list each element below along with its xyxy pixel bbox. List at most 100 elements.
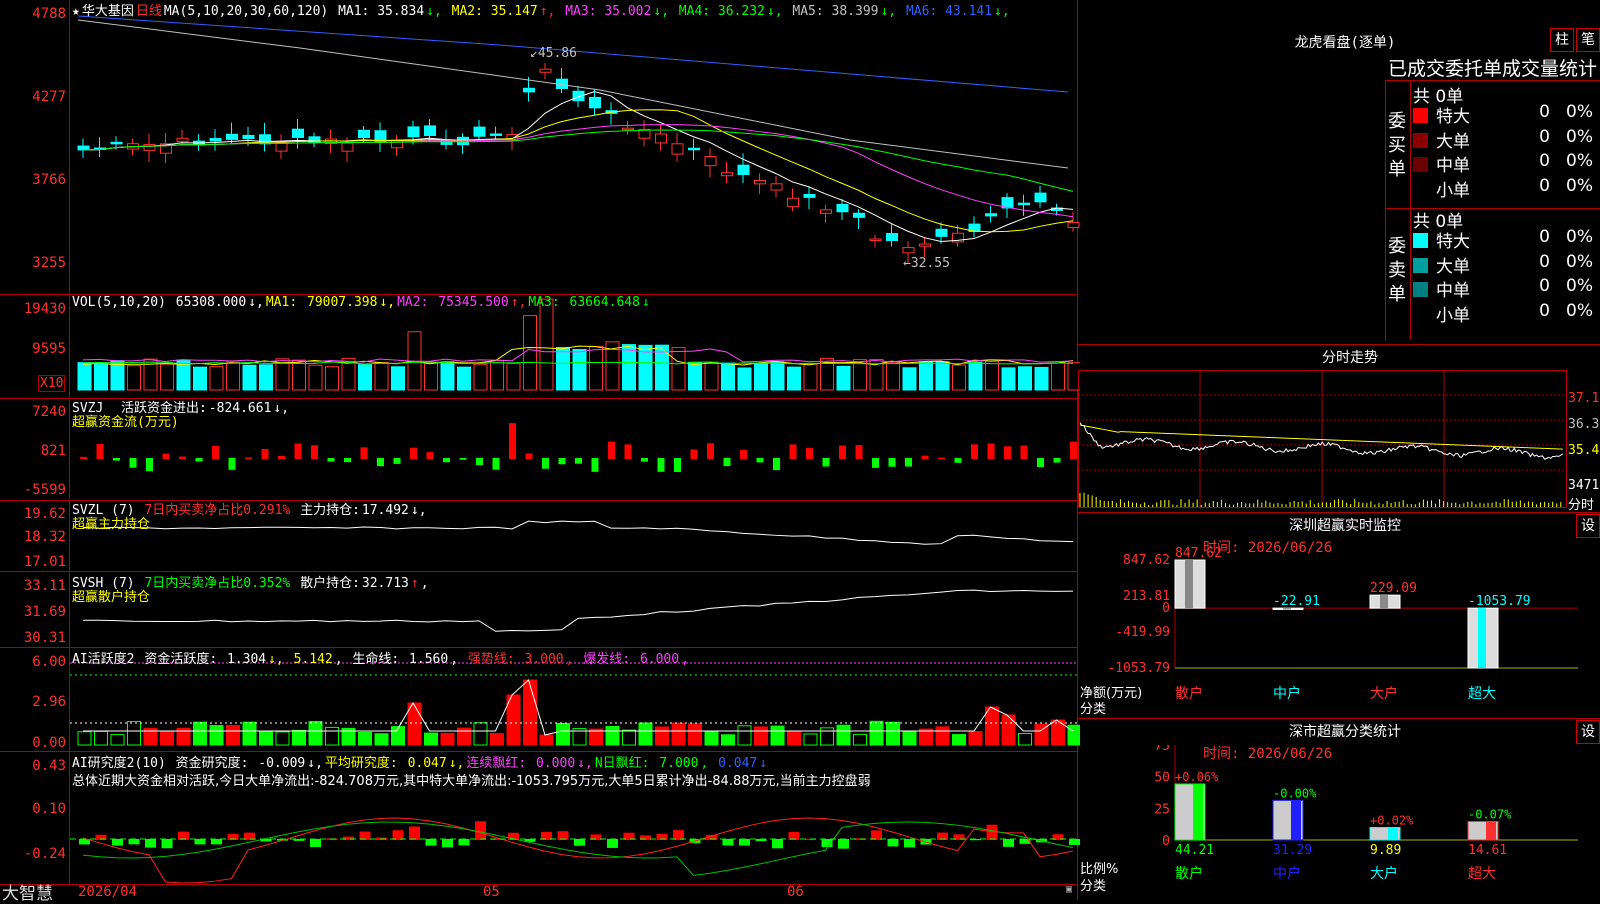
research-bar [739,839,750,846]
ai-activity-bar [886,721,900,746]
intraday-title: 分时走势 [1322,350,1378,366]
volume-bar [572,348,587,391]
candle-body [704,156,717,167]
svzj-bar [1004,446,1011,459]
research-bar [772,839,783,849]
svzj-bar [542,458,549,469]
lock-icon[interactable]: ▣ [1066,884,1072,895]
ai-activity-bar [869,720,884,746]
volume-bar [902,367,917,391]
sz-class-settings-button[interactable]: 设 [1576,720,1600,744]
svzj-bar [129,458,137,468]
order-count: 0 [1539,300,1550,321]
intraday-footer: 分时 [1568,498,1595,513]
order-count: 0 [1539,175,1550,196]
y-tick: 25 [1154,802,1170,817]
dragon-title: 龙虎看盘(逐单) [1294,35,1396,51]
research-bar [574,839,585,846]
candle-body [886,233,898,242]
candle-body [292,128,304,138]
candle-body [209,138,222,142]
candle-body [1018,202,1030,206]
intraday-tick: 35.44 [1568,443,1600,458]
y-tick: 31.69 [23,604,66,620]
buy-side-label: 委买单 [1388,111,1406,180]
sz-monitor-settings-button[interactable]: 设 [1576,514,1600,538]
ai-activity-bar [275,731,290,746]
order-count: 0 [1539,126,1550,147]
order-count: 0 [1539,251,1550,272]
svzj-bar [575,458,582,464]
svzj-bar [113,458,120,461]
volume-bar [622,344,636,391]
svzj-bar [525,453,533,459]
volume-bar [457,366,471,391]
svzj-bar [624,444,632,459]
svzj-bar [1070,441,1077,459]
ma-legend-item: MA2: 35.147 [443,4,538,19]
sell-side-label: 委卖单 [1388,236,1406,305]
x-axis-label: 2026/04 [78,884,138,900]
svzl-line [82,520,1074,545]
vol-header: VOL(5,10,20) 65308.000 ↓, MA1: 79007.398 ↓,… [72,295,650,310]
ai-activity-bar [935,726,950,746]
svzj-bar [674,458,681,473]
volume-bar [836,365,851,391]
volume-bar [539,298,554,391]
ai-activity-bar [770,725,785,746]
y-tick: 18.32 [23,529,66,545]
svzj-bar [921,455,929,459]
svzj-bar [146,458,153,472]
ai-activity-bar [754,726,768,746]
ai-activity-bar [292,729,306,746]
svzj-bar [756,458,764,463]
y-tick: 4788 [32,6,66,22]
ai-activity-bar [473,722,488,746]
candle-body [869,238,882,242]
svzj-bar [377,458,384,467]
volume-bar [671,347,686,391]
research-line-red [82,817,1074,884]
category-label: 大户 [1370,865,1398,882]
order-type-label: 中单 [1436,156,1470,176]
category-label: 中户 [1273,685,1301,702]
research-bar [442,839,453,848]
research-bar [425,839,437,846]
research-bar [211,839,222,845]
research-bar [607,839,618,848]
svzj-bar [410,447,417,459]
order-count: 0 [1539,151,1550,171]
candle-body [143,143,156,151]
svzj-bar [261,448,269,459]
tick-view-button[interactable]: 笔 [1576,28,1600,52]
bar-view-button[interactable]: 柱 [1550,28,1574,52]
ai-activity-bar [407,702,422,746]
ai-activity-bar [242,721,257,746]
high-price-label: ↙45.86 [530,46,577,61]
order-type-label: 中单 [1436,281,1470,301]
intraday-chart [1078,370,1567,508]
sz-class-border [1078,718,1600,719]
volume-bar [1001,367,1016,391]
ai-research-bars [79,817,1080,884]
stock-name[interactable]: 华大基因 [82,4,134,19]
value-label: 44.21 [1175,843,1214,858]
svzj-bar [96,443,104,459]
y-tick: 0 [1162,601,1170,616]
ai-activity-bar [952,734,966,746]
legend-swatch [1413,282,1428,297]
star-icon[interactable]: ★ [72,4,80,19]
svzj-bar [905,458,912,467]
svzl-subtitle: 超赢主力持仓 [72,517,151,532]
svzj-bar [360,447,368,459]
value-label: 9.89 [1370,843,1401,858]
ai-activity-bar [836,724,851,746]
intraday-price-line [1079,422,1564,460]
candle-body [242,134,255,140]
period-label[interactable]: 日线 [136,4,162,19]
volume-bar [1018,366,1032,391]
svzj-bar [278,455,285,459]
candle-body [737,164,750,176]
candle-body [985,213,997,217]
svzj-bar [179,456,186,459]
